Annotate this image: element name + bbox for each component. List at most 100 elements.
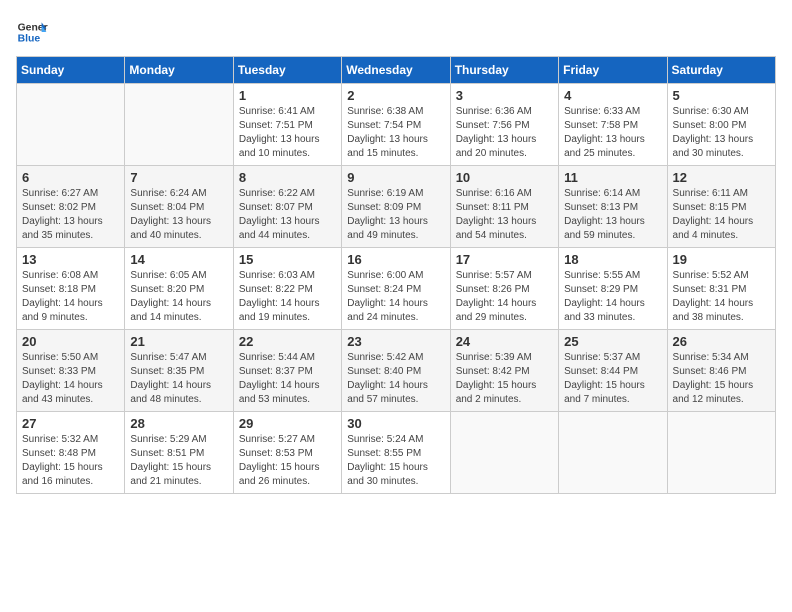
- calendar-day-cell: 1 Sunrise: 6:41 AM Sunset: 7:51 PM Daylig…: [233, 84, 341, 166]
- calendar-day-cell: 27 Sunrise: 5:32 AM Sunset: 8:48 PM Dayli…: [17, 412, 125, 494]
- day-info: Sunrise: 5:32 AM Sunset: 8:48 PM Dayligh…: [22, 433, 119, 489]
- day-info: Sunrise: 6:05 AM Sunset: 8:20 PM Dayligh…: [130, 269, 227, 325]
- day-info: Sunrise: 6:11 AM Sunset: 8:15 PM Dayligh…: [673, 187, 770, 243]
- calendar-day-cell: [450, 412, 558, 494]
- day-info: Sunrise: 5:52 AM Sunset: 8:31 PM Dayligh…: [673, 269, 770, 325]
- calendar-day-cell: 30 Sunrise: 5:24 AM Sunset: 8:55 PM Dayli…: [342, 412, 450, 494]
- calendar-week-row: 13 Sunrise: 6:08 AM Sunset: 8:18 PM Dayli…: [17, 248, 776, 330]
- calendar-day-cell: 11 Sunrise: 6:14 AM Sunset: 8:13 PM Dayli…: [559, 166, 667, 248]
- day-number: 22: [239, 334, 336, 349]
- calendar-day-cell: 24 Sunrise: 5:39 AM Sunset: 8:42 PM Dayli…: [450, 330, 558, 412]
- calendar-day-cell: [559, 412, 667, 494]
- calendar-day-cell: 8 Sunrise: 6:22 AM Sunset: 8:07 PM Daylig…: [233, 166, 341, 248]
- day-number: 25: [564, 334, 661, 349]
- day-info: Sunrise: 6:00 AM Sunset: 8:24 PM Dayligh…: [347, 269, 444, 325]
- calendar-day-cell: 10 Sunrise: 6:16 AM Sunset: 8:11 PM Dayli…: [450, 166, 558, 248]
- day-number: 4: [564, 88, 661, 103]
- day-number: 16: [347, 252, 444, 267]
- day-number: 17: [456, 252, 553, 267]
- day-info: Sunrise: 5:24 AM Sunset: 8:55 PM Dayligh…: [347, 433, 444, 489]
- day-info: Sunrise: 6:36 AM Sunset: 7:56 PM Dayligh…: [456, 105, 553, 161]
- calendar-week-row: 20Sunrise: 5:50 AM Sunset: 8:33 PM Dayli…: [17, 330, 776, 412]
- calendar-day-cell: 5 Sunrise: 6:30 AM Sunset: 8:00 PM Daylig…: [667, 84, 775, 166]
- calendar-day-cell: 2 Sunrise: 6:38 AM Sunset: 7:54 PM Daylig…: [342, 84, 450, 166]
- col-header-thursday: Thursday: [450, 57, 558, 84]
- day-number: 14: [130, 252, 227, 267]
- calendar-day-cell: 12 Sunrise: 6:11 AM Sunset: 8:15 PM Dayli…: [667, 166, 775, 248]
- day-number: 24: [456, 334, 553, 349]
- day-number: 12: [673, 170, 770, 185]
- day-number: 6: [22, 170, 119, 185]
- day-info: Sunrise: 6:24 AM Sunset: 8:04 PM Dayligh…: [130, 187, 227, 243]
- calendar-day-cell: 17 Sunrise: 5:57 AM Sunset: 8:26 PM Dayli…: [450, 248, 558, 330]
- calendar-week-row: 1 Sunrise: 6:41 AM Sunset: 7:51 PM Daylig…: [17, 84, 776, 166]
- calendar-day-cell: 14 Sunrise: 6:05 AM Sunset: 8:20 PM Dayli…: [125, 248, 233, 330]
- day-number: 21: [130, 334, 227, 349]
- calendar-day-cell: 19 Sunrise: 5:52 AM Sunset: 8:31 PM Dayli…: [667, 248, 775, 330]
- day-info: Sunrise: 5:44 AM Sunset: 8:37 PM Dayligh…: [239, 351, 336, 407]
- calendar-day-cell: 4 Sunrise: 6:33 AM Sunset: 7:58 PM Daylig…: [559, 84, 667, 166]
- day-number: 3: [456, 88, 553, 103]
- day-number: 28: [130, 416, 227, 431]
- col-header-friday: Friday: [559, 57, 667, 84]
- day-number: 19: [673, 252, 770, 267]
- day-info: Sunrise: 5:42 AM Sunset: 8:40 PM Dayligh…: [347, 351, 444, 407]
- calendar-day-cell: 20Sunrise: 5:50 AM Sunset: 8:33 PM Dayli…: [17, 330, 125, 412]
- day-info: Sunrise: 6:14 AM Sunset: 8:13 PM Dayligh…: [564, 187, 661, 243]
- day-number: 23: [347, 334, 444, 349]
- day-info: Sunrise: 5:37 AM Sunset: 8:44 PM Dayligh…: [564, 351, 661, 407]
- calendar-day-cell: 18 Sunrise: 5:55 AM Sunset: 8:29 PM Dayli…: [559, 248, 667, 330]
- calendar-day-cell: 15 Sunrise: 6:03 AM Sunset: 8:22 PM Dayli…: [233, 248, 341, 330]
- day-info: Sunrise: 5:55 AM Sunset: 8:29 PM Dayligh…: [564, 269, 661, 325]
- day-info: Sunrise: 5:29 AM Sunset: 8:51 PM Dayligh…: [130, 433, 227, 489]
- col-header-saturday: Saturday: [667, 57, 775, 84]
- calendar-day-cell: 25 Sunrise: 5:37 AM Sunset: 8:44 PM Dayli…: [559, 330, 667, 412]
- day-number: 8: [239, 170, 336, 185]
- day-info: Sunrise: 6:16 AM Sunset: 8:11 PM Dayligh…: [456, 187, 553, 243]
- calendar-day-cell: [125, 84, 233, 166]
- day-info: Sunrise: 6:33 AM Sunset: 7:58 PM Dayligh…: [564, 105, 661, 161]
- day-info: Sunrise: 6:22 AM Sunset: 8:07 PM Dayligh…: [239, 187, 336, 243]
- calendar-week-row: 27 Sunrise: 5:32 AM Sunset: 8:48 PM Dayli…: [17, 412, 776, 494]
- day-info: Sunrise: 6:08 AM Sunset: 8:18 PM Dayligh…: [22, 269, 119, 325]
- day-number: 11: [564, 170, 661, 185]
- day-number: 27: [22, 416, 119, 431]
- day-number: 13: [22, 252, 119, 267]
- calendar-day-cell: 28 Sunrise: 5:29 AM Sunset: 8:51 PM Dayli…: [125, 412, 233, 494]
- calendar-table: SundayMondayTuesdayWednesdayThursdayFrid…: [16, 56, 776, 494]
- day-info: Sunrise: 5:50 AM Sunset: 8:33 PM Dayligh…: [22, 351, 119, 407]
- day-number: 5: [673, 88, 770, 103]
- page-header: General Blue: [16, 16, 776, 48]
- logo-icon: General Blue: [16, 16, 48, 48]
- day-number: 10: [456, 170, 553, 185]
- calendar-day-cell: 7 Sunrise: 6:24 AM Sunset: 8:04 PM Daylig…: [125, 166, 233, 248]
- day-info: Sunrise: 6:41 AM Sunset: 7:51 PM Dayligh…: [239, 105, 336, 161]
- day-info: Sunrise: 6:30 AM Sunset: 8:00 PM Dayligh…: [673, 105, 770, 161]
- calendar-day-cell: 3 Sunrise: 6:36 AM Sunset: 7:56 PM Daylig…: [450, 84, 558, 166]
- svg-text:Blue: Blue: [18, 34, 41, 45]
- calendar-day-cell: 9Sunrise: 6:19 AM Sunset: 8:09 PM Daylig…: [342, 166, 450, 248]
- day-info: Sunrise: 6:27 AM Sunset: 8:02 PM Dayligh…: [22, 187, 119, 243]
- day-info: Sunrise: 5:34 AM Sunset: 8:46 PM Dayligh…: [673, 351, 770, 407]
- day-info: Sunrise: 6:38 AM Sunset: 7:54 PM Dayligh…: [347, 105, 444, 161]
- col-header-wednesday: Wednesday: [342, 57, 450, 84]
- day-number: 1: [239, 88, 336, 103]
- day-number: 26: [673, 334, 770, 349]
- day-number: 2: [347, 88, 444, 103]
- day-number: 30: [347, 416, 444, 431]
- calendar-week-row: 6 Sunrise: 6:27 AM Sunset: 8:02 PM Daylig…: [17, 166, 776, 248]
- day-number: 29: [239, 416, 336, 431]
- calendar-header-row: SundayMondayTuesdayWednesdayThursdayFrid…: [17, 57, 776, 84]
- day-info: Sunrise: 6:19 AM Sunset: 8:09 PM Dayligh…: [347, 187, 444, 243]
- day-info: Sunrise: 6:03 AM Sunset: 8:22 PM Dayligh…: [239, 269, 336, 325]
- day-number: 18: [564, 252, 661, 267]
- day-number: 15: [239, 252, 336, 267]
- day-info: Sunrise: 5:57 AM Sunset: 8:26 PM Dayligh…: [456, 269, 553, 325]
- calendar-day-cell: 23 Sunrise: 5:42 AM Sunset: 8:40 PM Dayli…: [342, 330, 450, 412]
- col-header-sunday: Sunday: [17, 57, 125, 84]
- calendar-day-cell: 16 Sunrise: 6:00 AM Sunset: 8:24 PM Dayli…: [342, 248, 450, 330]
- calendar-day-cell: [17, 84, 125, 166]
- day-info: Sunrise: 5:39 AM Sunset: 8:42 PM Dayligh…: [456, 351, 553, 407]
- day-number: 7: [130, 170, 227, 185]
- calendar-day-cell: 13 Sunrise: 6:08 AM Sunset: 8:18 PM Dayli…: [17, 248, 125, 330]
